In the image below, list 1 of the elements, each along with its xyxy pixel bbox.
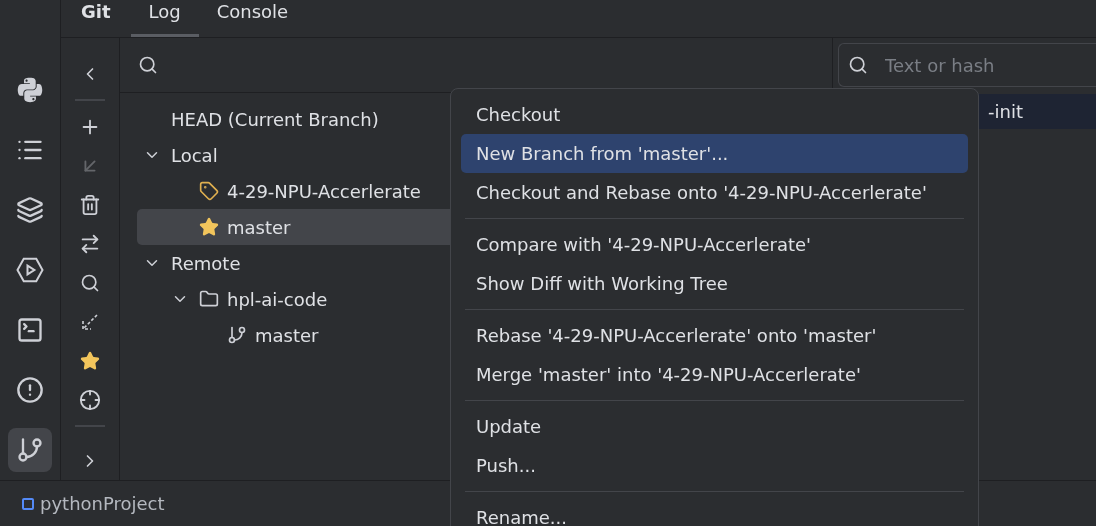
panel-title: Git — [81, 2, 112, 24]
